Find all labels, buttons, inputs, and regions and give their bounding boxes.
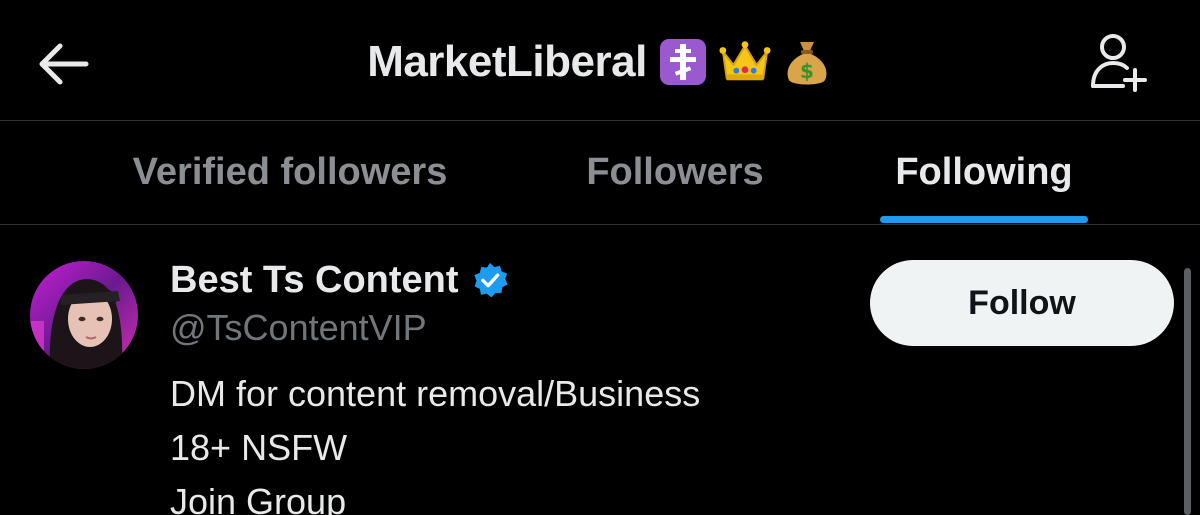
app-window: MarketLiberal $ Verified followers Follo… (0, 0, 1200, 515)
bio-line: DM for content removal/Business (170, 373, 701, 414)
add-user-icon (1091, 34, 1147, 92)
title-bar: MarketLiberal $ (0, 32, 1200, 92)
tab-following[interactable]: Following (870, 121, 1098, 224)
avatar[interactable] (30, 261, 138, 369)
scrollbar[interactable] (1184, 268, 1191, 515)
money-bag-emoji: $ (781, 36, 833, 88)
tab-followers[interactable]: Followers (545, 121, 805, 224)
bio: DM for content removal/Business 18+ NSFW… (170, 367, 700, 515)
add-user-button[interactable] (1084, 30, 1154, 94)
page-title: MarketLiberal (367, 37, 647, 86)
bio-line: Join Group (170, 481, 347, 515)
username-handle: @TsContentVIP (170, 307, 427, 348)
svg-text:$: $ (800, 59, 814, 83)
list-item[interactable]: Best Ts Content @TsContentVIP DM for con… (0, 225, 1200, 515)
display-name[interactable]: Best Ts Content (170, 259, 459, 302)
header: MarketLiberal $ (0, 0, 1200, 121)
crown-emoji (719, 36, 771, 88)
orthodox-cross-emoji (657, 36, 709, 88)
bio-line: 18+ NSFW (170, 427, 348, 468)
active-tab-indicator (880, 216, 1088, 223)
follow-button[interactable]: Follow (870, 260, 1174, 346)
tab-bar: Verified followers Followers Following (0, 121, 1200, 225)
name-line: Best Ts Content (170, 255, 509, 305)
tab-verified-followers[interactable]: Verified followers (90, 121, 490, 224)
verified-badge-icon (473, 262, 508, 298)
